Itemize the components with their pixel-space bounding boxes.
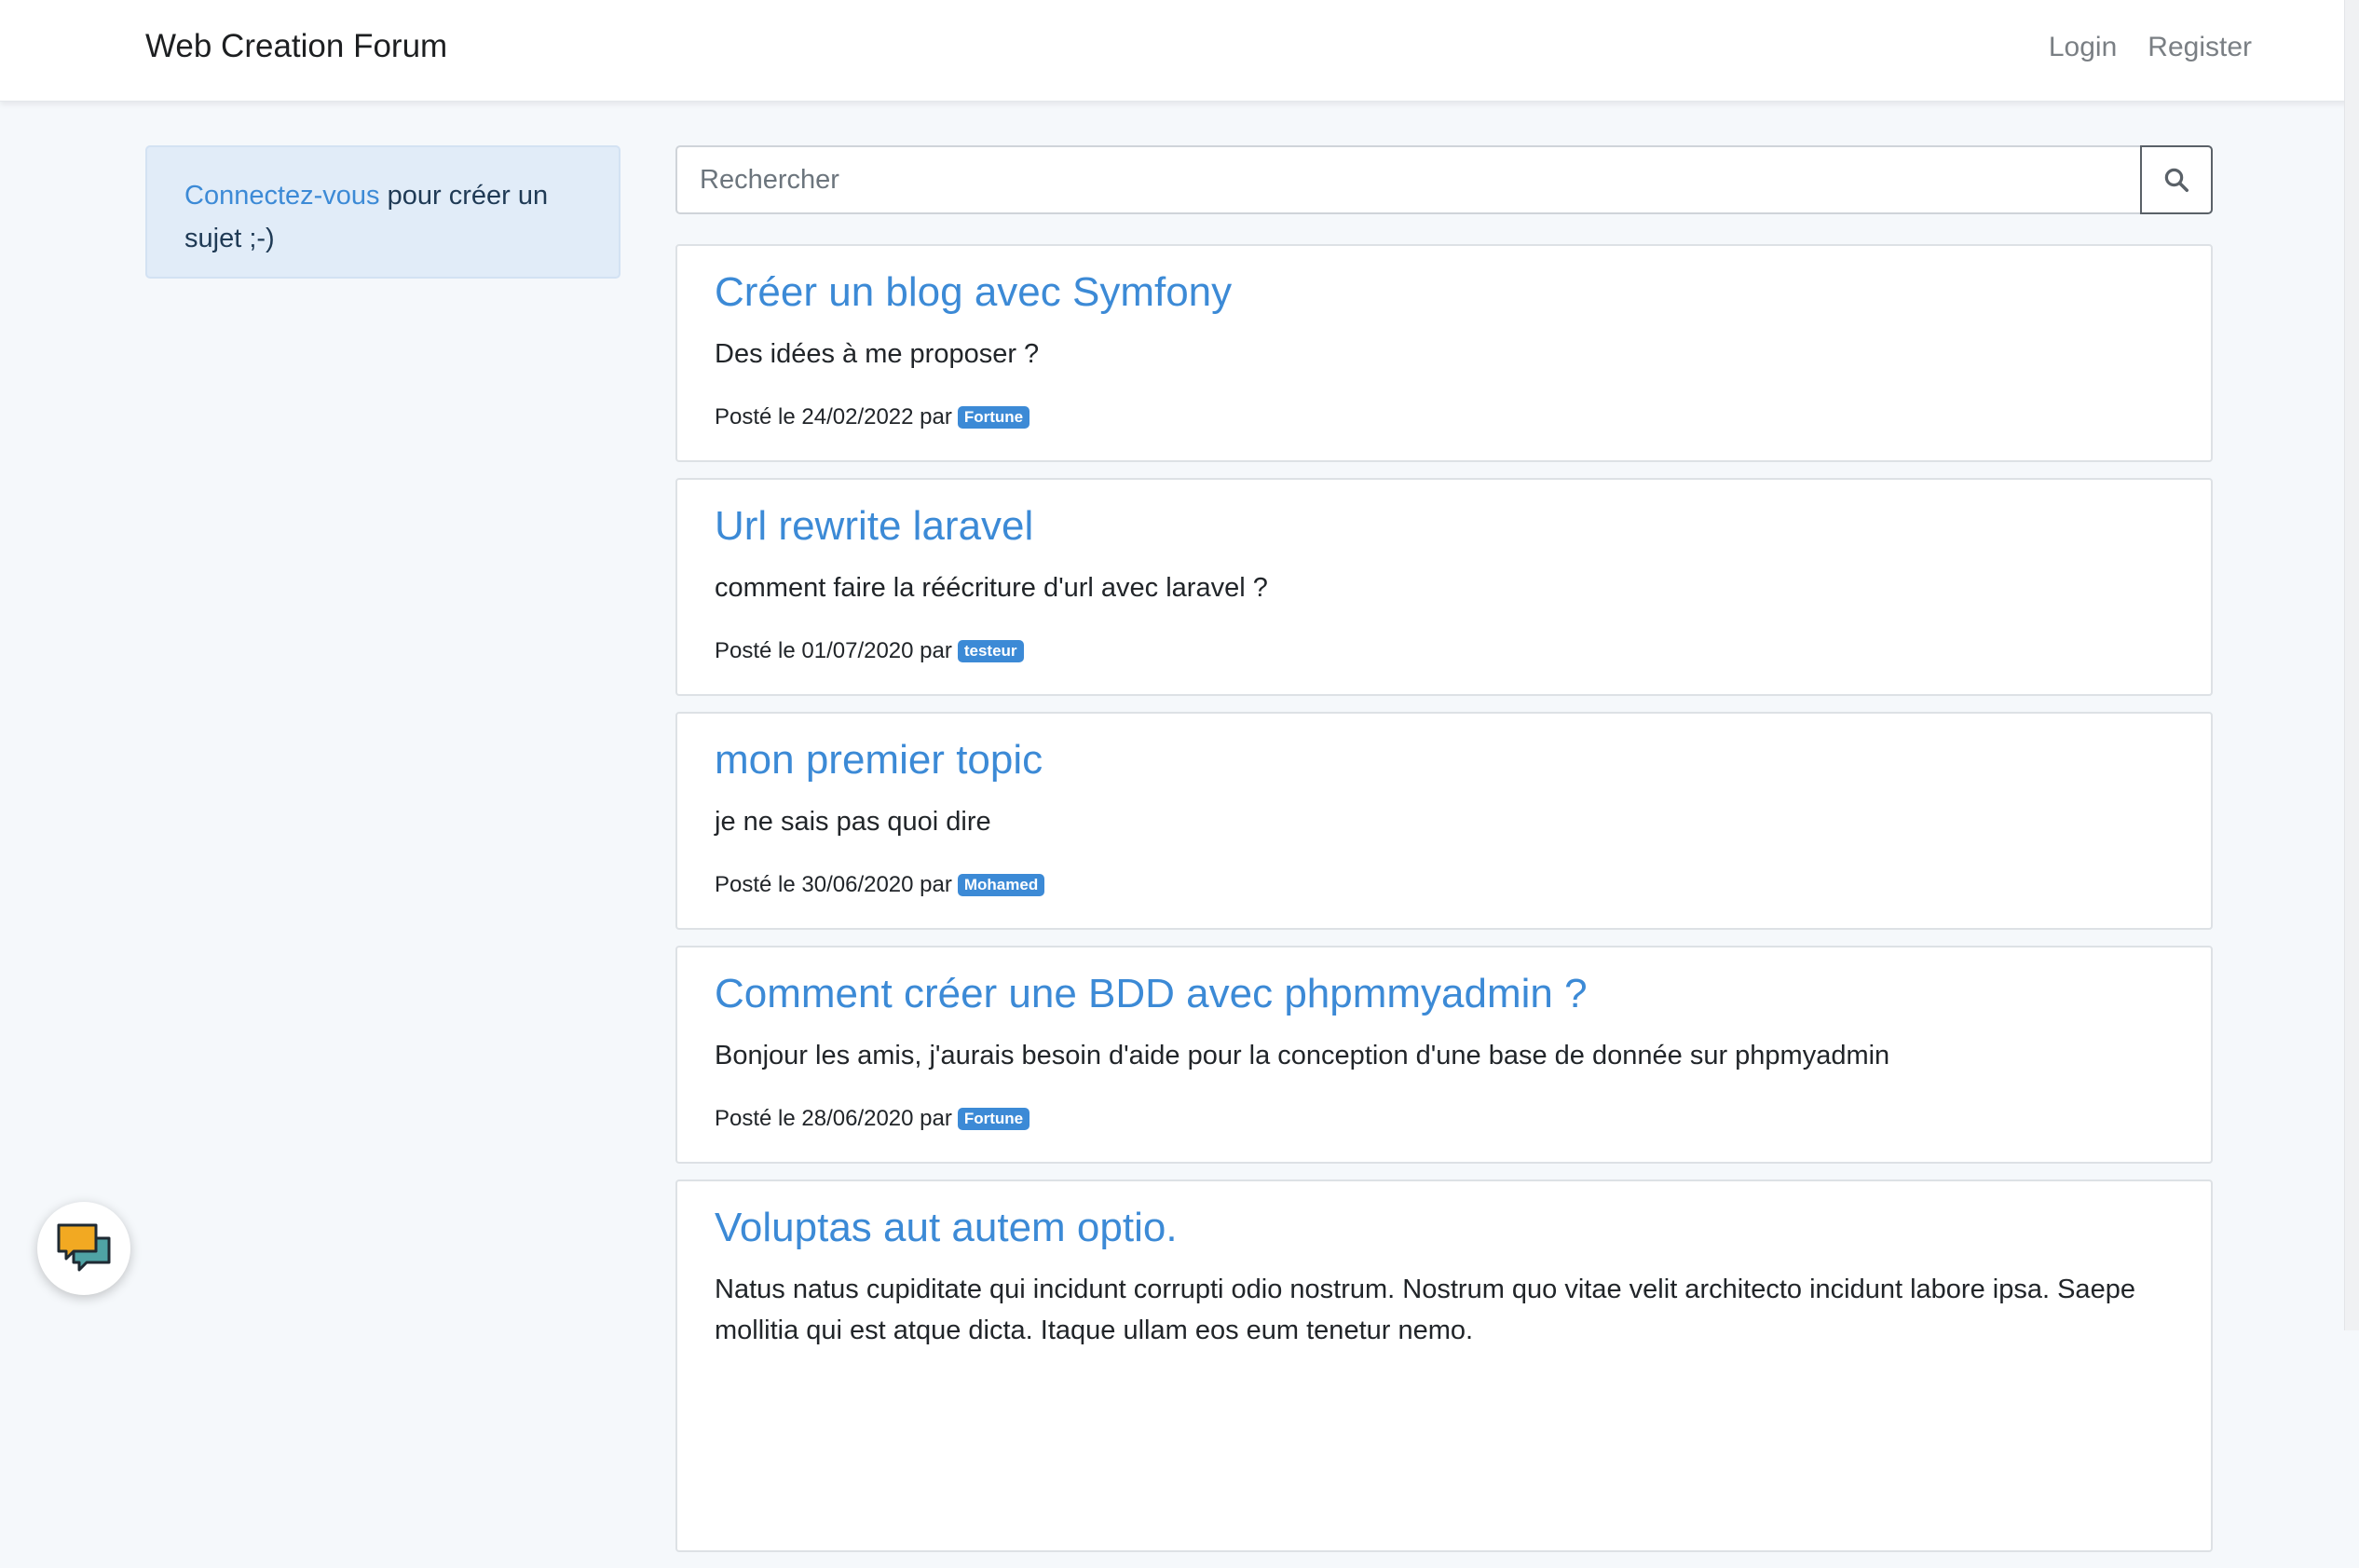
- posted-date: Posté le 30/06/2020 par: [715, 872, 952, 897]
- author-badge: Fortune: [957, 1108, 1030, 1130]
- topic-excerpt: je ne sais pas quoi dire: [715, 807, 991, 837]
- topic-title-link[interactable]: Voluptas aut autem optio.: [715, 1202, 2174, 1254]
- login-link[interactable]: Login: [2049, 32, 2117, 63]
- topic-card: mon premier topic je ne sais pas quoi di…: [675, 712, 2213, 930]
- topic-card: Créer un blog avec Symfony Des idées à m…: [675, 244, 2213, 462]
- chat-bubbles-icon: [57, 1223, 111, 1272]
- nav-links: Login Register: [2049, 32, 2252, 63]
- author-badge: Fortune: [957, 406, 1030, 429]
- posted-date: Posté le 28/06/2020 par: [715, 1106, 952, 1131]
- topic-meta: Posté le 24/02/2022 par Fortune: [715, 404, 1030, 430]
- author-badge: Mohamed: [957, 874, 1045, 896]
- posted-date: Posté le 01/07/2020 par: [715, 638, 952, 663]
- search-button[interactable]: [2140, 145, 2213, 214]
- topic-title-link[interactable]: Créer un blog avec Symfony: [715, 266, 2174, 319]
- topic-list: Créer un blog avec Symfony Des idées à m…: [675, 244, 2213, 1568]
- topic-title-link[interactable]: Url rewrite laravel: [715, 500, 2174, 552]
- topic-card: Voluptas aut autem optio. Natus natus cu…: [675, 1179, 2213, 1552]
- search-icon: [2164, 168, 2189, 192]
- brand-link[interactable]: Web Creation Forum: [145, 28, 447, 65]
- author-badge: testeur: [957, 640, 1024, 662]
- topic-excerpt: comment faire la réécriture d'url avec l…: [715, 573, 1268, 603]
- top-navbar: Web Creation Forum Login Register: [0, 0, 2359, 102]
- topic-card: Url rewrite laravel comment faire la réé…: [675, 478, 2213, 696]
- search-input[interactable]: [675, 145, 2140, 214]
- topic-meta: Posté le 28/06/2020 par Fortune: [715, 1106, 1030, 1132]
- connect-link[interactable]: Connectez-vous: [184, 181, 380, 211]
- topic-excerpt: Bonjour les amis, j'aurais besoin d'aide…: [715, 1041, 1890, 1070]
- topic-excerpt: Natus natus cupiditate qui incidunt corr…: [715, 1275, 2135, 1345]
- topic-title-link[interactable]: mon premier topic: [715, 734, 2174, 786]
- page-scrollbar[interactable]: [2344, 0, 2359, 1330]
- topic-meta: Posté le 30/06/2020 par Mohamed: [715, 872, 1045, 898]
- register-link[interactable]: Register: [2148, 32, 2252, 63]
- search-bar: [675, 145, 2213, 214]
- topic-excerpt: Des idées à me proposer ?: [715, 339, 1040, 369]
- topic-meta: Posté le 01/07/2020 par testeur: [715, 638, 1024, 664]
- login-prompt-alert: Connectez-vous pour créer un sujet ;-): [145, 145, 620, 279]
- topic-card: Comment créer une BDD avec phpmmyadmin ?…: [675, 946, 2213, 1164]
- posted-date: Posté le 24/02/2022 par: [715, 404, 952, 429]
- chat-widget-button[interactable]: [37, 1202, 130, 1295]
- topic-title-link[interactable]: Comment créer une BDD avec phpmmyadmin ?: [715, 968, 2174, 1020]
